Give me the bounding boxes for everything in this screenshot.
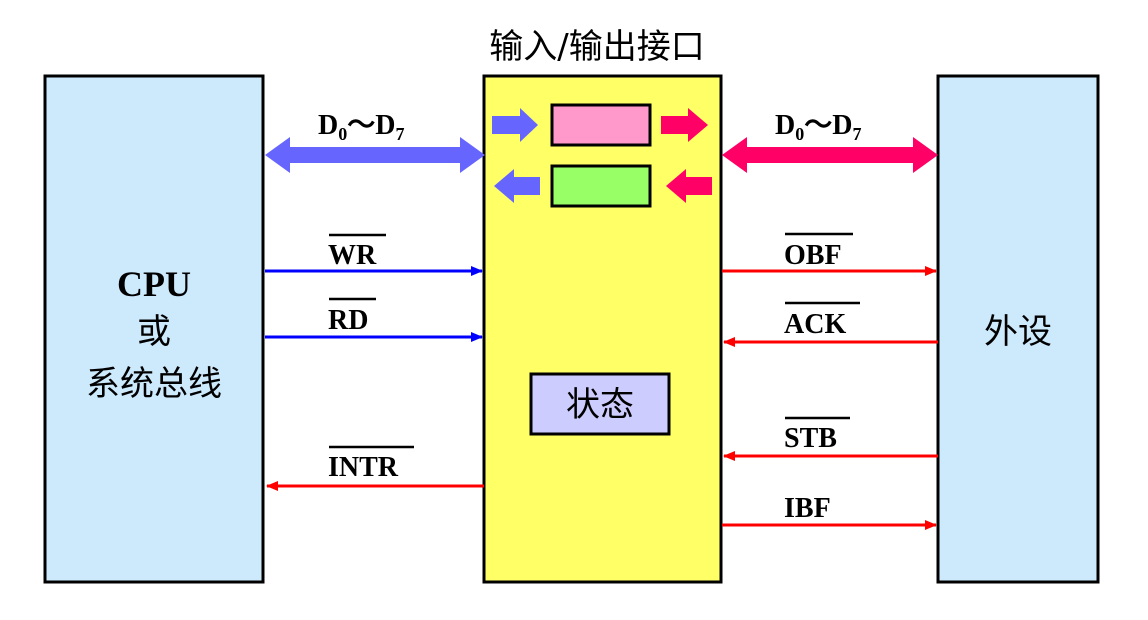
peripheral-block: 外设	[936, 74, 1100, 584]
output-latch	[550, 103, 652, 147]
input-latch	[550, 164, 652, 208]
ibf-label: IBF	[784, 493, 831, 524]
data-bus-right-arrow	[722, 137, 938, 173]
stb-label: STB	[784, 423, 837, 454]
system-bus-label: 系统总线	[86, 364, 222, 404]
cpu-label: CPU	[117, 264, 191, 304]
data-bus-left-label: D0～D7	[318, 110, 404, 144]
interface-block	[482, 74, 723, 584]
intr-label: INTR	[328, 452, 399, 483]
obf-label: OBF	[784, 240, 842, 271]
cpu-or-label: 或	[137, 312, 171, 352]
diagram-title: 输入/输出接口	[489, 27, 704, 67]
data-bus-left-arrow	[265, 137, 485, 173]
peripheral-label: 外设	[984, 312, 1052, 352]
cpu-block: CPU 或 系统总线	[43, 74, 265, 584]
rd-label: RD	[328, 305, 368, 336]
ack-label: ACK	[784, 309, 846, 340]
data-bus-right-label: D0～D7	[775, 110, 861, 144]
status-label: 状态	[566, 385, 634, 425]
io-interface-diagram: 输入/输出接口 CPU 或 系统总线 外设 状态 D0～D7 D0～D7 WR	[43, 27, 1100, 584]
status-box: 状态	[529, 372, 671, 436]
wr-label: WR	[328, 240, 377, 271]
